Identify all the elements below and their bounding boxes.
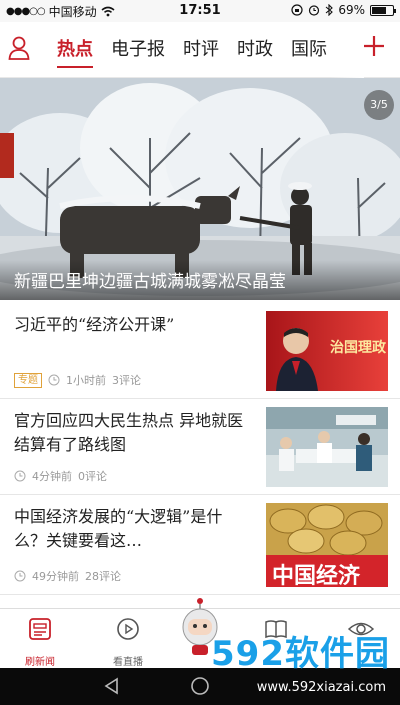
tab-news[interactable]: 刷新闻 xyxy=(0,609,80,669)
battery-percent: 69% xyxy=(338,3,365,17)
news-icon xyxy=(29,618,51,640)
play-icon xyxy=(117,618,139,640)
thumbnail-text: 中国经济 xyxy=(272,563,361,587)
clock-icon xyxy=(14,470,26,482)
article-thumbnail[interactable]: 中国经济 xyxy=(266,503,388,587)
article-thumbnail[interactable]: 治国理政 xyxy=(266,311,388,391)
article-time: 1小时前 xyxy=(66,374,106,387)
orientation-lock-icon xyxy=(291,4,303,16)
battery-icon xyxy=(370,4,396,16)
status-bar: ●●●○○ 中国移动 17:51 69% xyxy=(0,0,400,22)
article-title[interactable]: 官方回应四大民生热点 异地就医结算有了路线图 xyxy=(14,409,250,457)
tab-news-label: 刷新闻 xyxy=(25,657,55,668)
article-thumbnail[interactable] xyxy=(266,407,388,487)
comment-count: 0评论 xyxy=(78,470,107,483)
tab-hot[interactable]: 热点 xyxy=(48,22,102,78)
tab-politics[interactable]: 时政 xyxy=(228,22,282,78)
tab-e-paper[interactable]: 电子报 xyxy=(102,22,174,78)
add-channel-icon[interactable] xyxy=(362,34,386,58)
list-item[interactable]: 习近平的“经济公开课” 专题 1小时前 3评论 治国理政 xyxy=(0,303,400,399)
hero-carousel[interactable]: 3/5 新疆巴里坤边疆古城满城雾凇尽晶莹 xyxy=(0,78,400,300)
thumbnail-text: 治国理政 xyxy=(330,340,386,356)
article-time: 49分钟前 xyxy=(32,570,79,583)
carousel-counter: 3/5 xyxy=(364,90,394,120)
article-title[interactable]: 中国经济发展的“大逻辑”是什么？关键要看这… xyxy=(14,505,250,553)
clock-icon xyxy=(14,570,26,582)
hero-caption[interactable]: 新疆巴里坤边疆古城满城雾凇尽晶莹 xyxy=(14,267,286,292)
article-title[interactable]: 习近平的“经济公开课” xyxy=(14,313,250,337)
article-time: 4分钟前 xyxy=(32,470,72,483)
tab-live-label: 看直播 xyxy=(113,657,143,668)
clock-icon xyxy=(48,374,60,386)
watermark-brand: 592软件园 xyxy=(211,634,390,674)
list-item[interactable]: 官方回应四大民生热点 异地就医结算有了路线图 4分钟前 0评论 xyxy=(0,399,400,495)
comment-count: 3评论 xyxy=(112,374,141,387)
user-profile-icon[interactable] xyxy=(8,36,30,60)
watermark-url: www.592xiazai.com xyxy=(256,680,386,695)
bluetooth-icon xyxy=(325,4,334,16)
tab-live[interactable]: 看直播 xyxy=(88,609,168,669)
back-icon[interactable] xyxy=(102,676,122,696)
alarm-icon xyxy=(309,5,320,16)
tab-international[interactable]: 国际 xyxy=(282,22,336,78)
comment-count: 28评论 xyxy=(85,570,121,583)
watermark: 592软件园 www.592xiazai.com xyxy=(194,620,394,705)
channel-nav: 热点 电子报 时评 时政 国际 xyxy=(0,22,400,78)
list-item[interactable]: 中国经济发展的“大逻辑”是什么？关键要看这… 49分钟前 28评论 中国经济 xyxy=(0,495,400,595)
tab-commentary[interactable]: 时评 xyxy=(174,22,228,78)
channel-tabs: 热点 电子报 时评 时政 国际 xyxy=(48,22,358,78)
topic-badge: 专题 xyxy=(14,372,42,388)
